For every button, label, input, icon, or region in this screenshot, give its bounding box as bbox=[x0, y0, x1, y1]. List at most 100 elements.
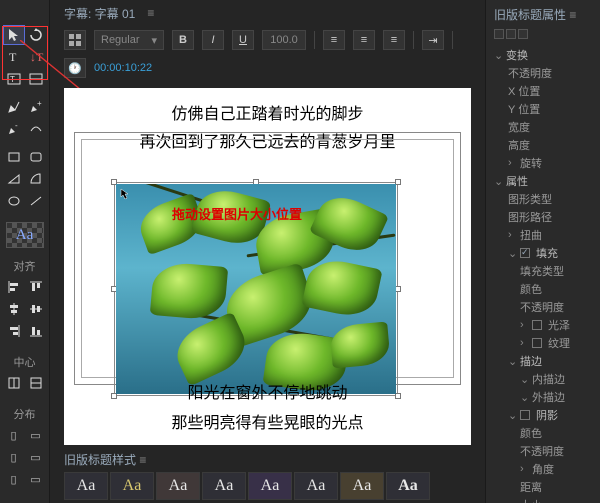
prop-shadow-color[interactable]: 颜色 bbox=[494, 424, 600, 442]
italic-button[interactable]: I bbox=[202, 30, 224, 50]
prop-width[interactable]: 宽度 bbox=[494, 118, 600, 136]
convert-anchor-tool[interactable] bbox=[26, 120, 46, 138]
delete-anchor-tool[interactable]: - bbox=[4, 120, 24, 138]
show-video-button[interactable]: 🕐 bbox=[64, 58, 86, 78]
prop-shadow-angle[interactable]: ›角度 bbox=[494, 460, 600, 478]
font-family-select[interactable]: Regular▾ bbox=[94, 30, 164, 50]
style-preset-7[interactable]: Aa bbox=[340, 472, 384, 500]
prop-outer-stroke[interactable]: ⌄外描边 bbox=[494, 388, 600, 406]
panel-option-buttons[interactable] bbox=[494, 29, 528, 39]
texture-checkbox[interactable] bbox=[532, 338, 542, 348]
center-panel: 字幕: 字幕 01 ≡ Regular▾ B I U 100.0 ≡ ≡ ≡ ⇥… bbox=[50, 0, 485, 503]
line-tool[interactable] bbox=[26, 192, 46, 210]
group-shadow[interactable]: ⌄阴影 bbox=[494, 406, 600, 424]
area-text-tool[interactable]: T bbox=[4, 70, 24, 88]
tools-panel: T ↓T T + - Aa 对齐 中心 bbox=[0, 0, 50, 503]
align-left-text[interactable]: ≡ bbox=[323, 30, 345, 50]
prop-inner-stroke[interactable]: ⌄内描边 bbox=[494, 370, 600, 388]
prop-distort[interactable]: ›扭曲 bbox=[494, 226, 600, 244]
rotate-tool[interactable] bbox=[26, 26, 46, 44]
title-styles-label[interactable]: 旧版标题样式 ≡ bbox=[64, 447, 471, 472]
gloss-checkbox[interactable] bbox=[532, 320, 542, 330]
distribute-section-label: 分布 bbox=[14, 406, 36, 422]
svg-text:T: T bbox=[9, 50, 17, 64]
text-toolbar: Regular▾ B I U 100.0 ≡ ≡ ≡ ⇥ 🕐 00:00:10:… bbox=[50, 26, 485, 82]
tab-menu-icon[interactable]: ≡ bbox=[147, 6, 154, 20]
arc-tool[interactable] bbox=[26, 170, 46, 188]
group-transform[interactable]: ⌄变换 bbox=[494, 46, 600, 64]
dist-v3[interactable]: ▭ bbox=[26, 470, 46, 488]
prop-shadow-size[interactable]: 大小 bbox=[494, 496, 600, 503]
style-preset-5[interactable]: Aa bbox=[248, 472, 292, 500]
font-size-input[interactable]: 100.0 bbox=[262, 30, 306, 50]
align-top[interactable] bbox=[26, 278, 46, 296]
pen-tool[interactable] bbox=[4, 98, 24, 116]
prop-fill-color[interactable]: 颜色 bbox=[494, 280, 600, 298]
fill-checkbox[interactable] bbox=[520, 248, 530, 258]
group-stroke[interactable]: ⌄描边 bbox=[494, 352, 600, 370]
underline-button[interactable]: U bbox=[232, 30, 254, 50]
dist-v1[interactable]: ▭ bbox=[26, 426, 46, 444]
shadow-checkbox[interactable] bbox=[520, 410, 530, 420]
dist-v2[interactable]: ▭ bbox=[26, 448, 46, 466]
vertical-text-tool[interactable]: ↓T bbox=[26, 48, 46, 66]
align-bottom[interactable] bbox=[26, 322, 46, 340]
prop-fill-opacity[interactable]: 不透明度 bbox=[494, 298, 600, 316]
align-left[interactable] bbox=[4, 278, 24, 296]
caption-line-3[interactable]: 阳光在窗外不停地跳动 bbox=[64, 379, 471, 403]
rectangle-tool[interactable] bbox=[4, 148, 24, 166]
align-center-text[interactable]: ≡ bbox=[353, 30, 375, 50]
prop-texture[interactable]: ›纹理 bbox=[494, 334, 600, 352]
center-v[interactable] bbox=[26, 374, 46, 392]
current-style-swatch[interactable]: Aa bbox=[6, 222, 44, 248]
prop-fill-type[interactable]: 填充类型 bbox=[494, 262, 600, 280]
prop-height[interactable]: 高度 bbox=[494, 136, 600, 154]
title-tab[interactable]: 字幕: 字幕 01 ≡ bbox=[50, 0, 485, 26]
prop-opacity[interactable]: 不透明度 bbox=[494, 64, 600, 82]
dist-h1[interactable]: ▯ bbox=[4, 426, 24, 444]
style-preset-2[interactable]: Aa bbox=[110, 472, 154, 500]
dist-h3[interactable]: ▯ bbox=[4, 470, 24, 488]
wedge-tool[interactable] bbox=[4, 170, 24, 188]
add-anchor-tool[interactable]: + bbox=[26, 98, 46, 116]
prop-shadow-opacity[interactable]: 不透明度 bbox=[494, 442, 600, 460]
dist-h2[interactable]: ▯ bbox=[4, 448, 24, 466]
path-text-tool[interactable] bbox=[26, 70, 46, 88]
ellipse-tool[interactable] bbox=[4, 192, 24, 210]
style-preset-3[interactable]: Aa bbox=[156, 472, 200, 500]
style-preset-4[interactable]: Aa bbox=[202, 472, 246, 500]
tab-stops-button[interactable]: ⇥ bbox=[422, 30, 444, 50]
align-right-text[interactable]: ≡ bbox=[383, 30, 405, 50]
bold-button[interactable]: B bbox=[172, 30, 194, 50]
group-properties[interactable]: ⌄属性 bbox=[494, 172, 600, 190]
rounded-rect-tool[interactable] bbox=[26, 148, 46, 166]
group-fill[interactable]: ⌄填充 bbox=[494, 244, 600, 262]
prop-rotate[interactable]: ›旋转 bbox=[494, 154, 600, 172]
prop-shadow-distance[interactable]: 距离 bbox=[494, 478, 600, 496]
caption-line-1[interactable]: 仿佛自己正踏着时光的脚步 bbox=[64, 100, 471, 124]
style-preset-1[interactable]: Aa bbox=[64, 472, 108, 500]
title-styles-panel: 旧版标题样式 ≡ Aa Aa Aa Aa Aa Aa Aa Aa bbox=[50, 447, 485, 503]
timecode-display[interactable]: 00:00:10:22 bbox=[94, 62, 152, 74]
style-preset-8[interactable]: Aa bbox=[386, 472, 430, 500]
properties-title[interactable]: 旧版标题属性 ≡ bbox=[494, 6, 600, 23]
prop-ypos[interactable]: Y 位置 bbox=[494, 100, 600, 118]
align-vcenter[interactable] bbox=[26, 300, 46, 318]
align-right[interactable] bbox=[4, 322, 24, 340]
style-preset-6[interactable]: Aa bbox=[294, 472, 338, 500]
title-tab-label: 字幕: 字幕 01 bbox=[64, 5, 135, 22]
caption-line-4[interactable]: 那些明亮得有些晃眼的光点 bbox=[64, 409, 471, 433]
prop-gloss[interactable]: ›光泽 bbox=[494, 316, 600, 334]
prop-shape-type[interactable]: 图形类型 bbox=[494, 190, 600, 208]
selection-tool[interactable] bbox=[4, 26, 24, 44]
templates-button[interactable] bbox=[64, 30, 86, 50]
prop-shape-path[interactable]: 图形路径 bbox=[494, 208, 600, 226]
svg-text:↓T: ↓T bbox=[30, 50, 44, 64]
align-hcenter[interactable] bbox=[4, 300, 24, 318]
align-section-label: 对齐 bbox=[14, 258, 36, 274]
center-h[interactable] bbox=[4, 374, 24, 392]
text-tool[interactable]: T bbox=[4, 48, 24, 66]
move-cursor-icon bbox=[120, 188, 132, 200]
prop-xpos[interactable]: X 位置 bbox=[494, 82, 600, 100]
title-canvas[interactable]: 仿佛自己正踏着时光的脚步 再次回到了那久已远去的青葱岁月里 拖动设置图片大小位置 bbox=[64, 88, 471, 445]
